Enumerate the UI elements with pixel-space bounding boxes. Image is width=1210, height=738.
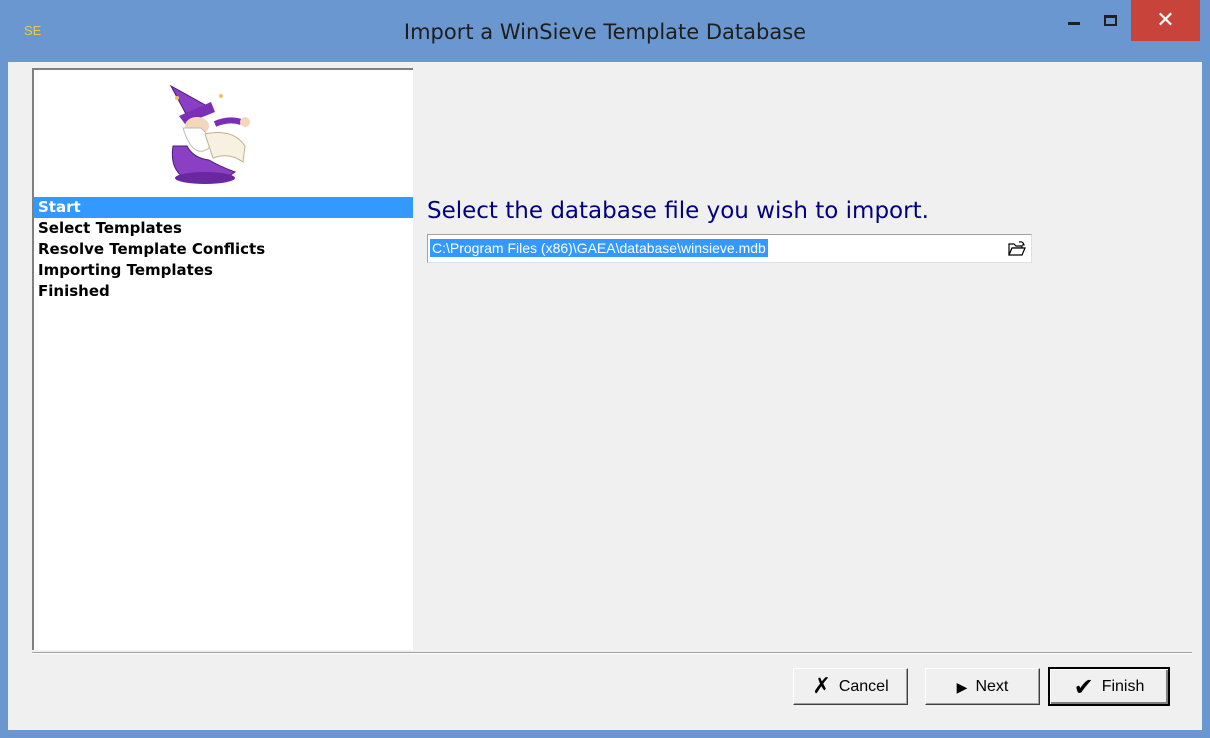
x-icon: ✗ bbox=[812, 673, 831, 699]
checkmark-icon: ✔ bbox=[1073, 672, 1094, 701]
database-file-input[interactable]: C:\Program Files (x86)\GAEA\database\win… bbox=[427, 234, 1032, 263]
step-importing-templates: Importing Templates bbox=[38, 261, 213, 279]
next-label: Next bbox=[975, 677, 1009, 695]
open-folder-icon bbox=[1008, 240, 1026, 256]
wizard-icon bbox=[169, 84, 250, 184]
cancel-label: Cancel bbox=[838, 677, 889, 695]
file-path-value[interactable]: C:\Program Files (x86)\GAEA\database\win… bbox=[430, 239, 768, 257]
play-arrow-icon: ▶ bbox=[956, 678, 968, 695]
finish-label: Finish bbox=[1101, 677, 1145, 695]
cancel-button[interactable]: ✗ Cancel bbox=[793, 668, 908, 705]
close-icon: ✕ bbox=[1156, 8, 1175, 33]
import-wizard-window: SE Import a WinSieve Template Database ✕ bbox=[0, 0, 1210, 738]
steps-list: Start Select Templates Resolve Template … bbox=[34, 197, 413, 302]
wizard-client-area: Start Select Templates Resolve Template … bbox=[8, 62, 1202, 730]
maximize-button[interactable] bbox=[1092, 0, 1128, 40]
button-bar-separator bbox=[32, 652, 1192, 654]
maximize-icon bbox=[1103, 14, 1117, 26]
minimize-icon bbox=[1068, 21, 1080, 25]
finish-button[interactable]: ✔ Finish bbox=[1048, 667, 1170, 706]
step-finished: Finished bbox=[38, 282, 110, 300]
step-select-templates: Select Templates bbox=[38, 219, 182, 237]
step-start: Start bbox=[34, 197, 413, 218]
close-button[interactable]: ✕ bbox=[1131, 0, 1200, 41]
minimize-button[interactable] bbox=[1056, 0, 1092, 40]
page-title: Select the database file you wish to imp… bbox=[427, 198, 929, 224]
window-title: Import a WinSieve Template Database bbox=[403, 20, 807, 44]
browse-button[interactable] bbox=[1005, 237, 1029, 260]
title-bar[interactable]: SE Import a WinSieve Template Database ✕ bbox=[0, 0, 1210, 62]
step-resolve-template-conflicts: Resolve Template Conflicts bbox=[38, 240, 266, 258]
steps-panel: Start Select Templates Resolve Template … bbox=[32, 68, 413, 650]
next-button[interactable]: ▶ Next bbox=[925, 668, 1040, 705]
